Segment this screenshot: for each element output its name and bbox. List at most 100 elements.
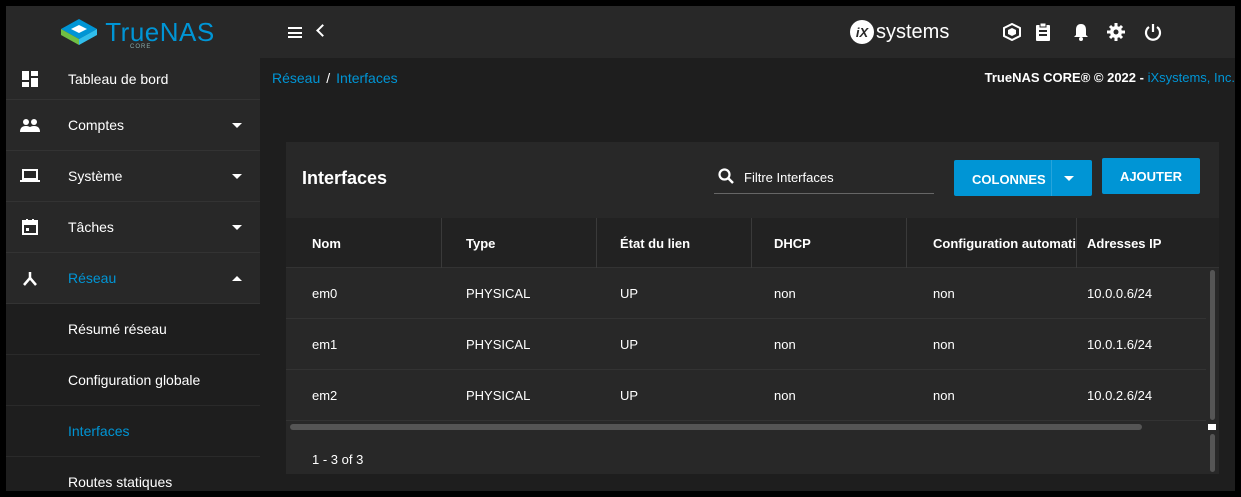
sidebar-subitem-interfaces[interactable]: Interfaces bbox=[6, 406, 260, 457]
topbar: iX systems bbox=[260, 6, 1235, 58]
cell-type: PHYSICAL bbox=[466, 286, 531, 301]
pagination-count: 1 - 3 of 3 bbox=[312, 452, 364, 467]
gear-icon[interactable] bbox=[1105, 21, 1127, 43]
table-row[interactable]: em0 PHYSICAL UP non non 10.0.0.6/24 bbox=[286, 269, 1206, 319]
cell-ip: 10.0.2.6/24 bbox=[1087, 388, 1153, 403]
power-icon[interactable] bbox=[1142, 21, 1164, 43]
add-button[interactable]: AJOUTER bbox=[1102, 158, 1200, 194]
cell-link-state: UP bbox=[620, 388, 639, 403]
search-placeholder: Filtre Interfaces bbox=[744, 170, 834, 185]
column-header-dhcp[interactable]: DHCP bbox=[774, 236, 811, 251]
search-icon bbox=[718, 168, 734, 184]
breadcrumb-trail: Réseau / Interfaces bbox=[272, 70, 398, 86]
vertical-scrollbar[interactable] bbox=[1210, 270, 1215, 420]
sidebar-subitem-label: Configuration globale bbox=[68, 372, 201, 388]
ixsystems-mark: iX bbox=[850, 20, 874, 44]
sidebar-item-reseau[interactable]: Réseau bbox=[6, 253, 260, 304]
sidebar-item-label: Tâches bbox=[68, 219, 114, 235]
ixsystems-logo[interactable]: iX systems bbox=[850, 20, 949, 44]
sidebar-subitem-label: Interfaces bbox=[68, 423, 130, 439]
column-header-type[interactable]: Type bbox=[466, 236, 495, 251]
clipboard-icon[interactable] bbox=[1032, 21, 1054, 43]
sidebar-subitem-configuration-globale[interactable]: Configuration globale bbox=[6, 355, 260, 406]
table-row[interactable]: em1 PHYSICAL UP non non 10.0.1.6/24 bbox=[286, 320, 1206, 370]
search-input[interactable]: Filtre Interfaces bbox=[714, 164, 934, 194]
column-divider bbox=[906, 218, 907, 268]
chevron-up-icon bbox=[232, 275, 242, 281]
cell-ipv6: non bbox=[933, 388, 955, 403]
copyright-text: TrueNAS CORE® © 2022 - bbox=[984, 70, 1148, 85]
column-divider bbox=[751, 218, 752, 268]
ixsystems-link[interactable]: iXsystems, Inc. bbox=[1148, 70, 1235, 85]
dashboard-icon bbox=[20, 69, 40, 89]
column-divider bbox=[441, 218, 442, 268]
sidebar-item-comptes[interactable]: Comptes bbox=[6, 100, 260, 151]
sidebar-subitem-label: Routes statiques bbox=[68, 474, 173, 490]
interfaces-card: Interfaces Filtre Interfaces COLONNES AJ… bbox=[286, 142, 1219, 474]
cell-name: em0 bbox=[312, 286, 338, 301]
truenas-logo-icon bbox=[61, 19, 98, 45]
sidebar-item-label: Réseau bbox=[68, 270, 117, 286]
sidebar-subitem-resume-reseau[interactable]: Résumé réseau bbox=[6, 304, 260, 355]
chevron-down-icon bbox=[232, 173, 242, 179]
bell-icon[interactable] bbox=[1070, 21, 1092, 43]
cell-ip: 10.0.1.6/24 bbox=[1087, 337, 1153, 352]
chevron-down-icon bbox=[232, 224, 242, 230]
sidebar: TrueNAS CORE Tableau de bord Comptes Sys… bbox=[6, 6, 260, 491]
column-header-etat[interactable]: État du lien bbox=[620, 236, 690, 251]
sidebar-item-systeme[interactable]: Système bbox=[6, 151, 260, 202]
cell-link-state: UP bbox=[620, 337, 639, 352]
column-header-ipv6[interactable]: Configuration automatique IPv6 bbox=[933, 236, 1077, 251]
copyright-notice: TrueNAS CORE® © 2022 - iXsystems, Inc. bbox=[985, 70, 1235, 85]
ixsystems-wordmark: systems bbox=[876, 20, 950, 43]
chevron-down-icon bbox=[1064, 176, 1074, 181]
people-icon bbox=[20, 115, 40, 135]
cell-type: PHYSICAL bbox=[466, 388, 531, 403]
cell-type: PHYSICAL bbox=[466, 337, 531, 352]
truecommand-icon[interactable] bbox=[1001, 21, 1023, 43]
cell-dhcp: non bbox=[774, 286, 796, 301]
sidebar-item-label: Comptes bbox=[68, 117, 125, 133]
cell-ipv6: non bbox=[933, 337, 955, 352]
cell-ip: 10.0.0.6/24 bbox=[1087, 286, 1153, 301]
sidebar-subitem-label: Résumé réseau bbox=[68, 321, 167, 337]
scrollbar-corner bbox=[1208, 424, 1216, 430]
cell-name: em2 bbox=[312, 388, 338, 403]
sidebar-item-dashboard[interactable]: Tableau de bord bbox=[6, 58, 260, 100]
cell-name: em1 bbox=[312, 337, 338, 352]
breadcrumb: Réseau / Interfaces TrueNAS CORE® © 2022 -… bbox=[260, 58, 1235, 98]
menu-icon[interactable] bbox=[288, 27, 302, 38]
vertical-scrollbar-lower[interactable] bbox=[1210, 434, 1215, 472]
button-divider bbox=[1051, 160, 1052, 196]
sidebar-item-taches[interactable]: Tâches bbox=[6, 202, 260, 253]
truenas-logo[interactable]: TrueNAS CORE bbox=[6, 6, 260, 58]
table-header: Nom Type État du lien DHCP Configuration… bbox=[286, 218, 1219, 268]
cell-dhcp: non bbox=[774, 388, 796, 403]
logo-text: TrueNAS bbox=[105, 16, 215, 47]
columns-button[interactable]: COLONNES bbox=[954, 160, 1092, 196]
horizontal-scrollbar[interactable] bbox=[290, 424, 1142, 430]
back-icon[interactable] bbox=[316, 24, 329, 37]
sidebar-item-label: Système bbox=[68, 168, 123, 184]
breadcrumb-current[interactable]: Interfaces bbox=[336, 70, 397, 86]
logo-subtitle: CORE bbox=[130, 44, 152, 50]
column-divider bbox=[596, 218, 597, 268]
columns-button-label: COLONNES bbox=[972, 172, 1046, 187]
breadcrumb-parent-link[interactable]: Réseau bbox=[272, 70, 320, 86]
column-divider bbox=[1076, 218, 1077, 268]
cell-link-state: UP bbox=[620, 286, 639, 301]
network-icon bbox=[20, 268, 40, 288]
sidebar-subitem-routes-statiques[interactable]: Routes statiques bbox=[6, 457, 260, 491]
cell-dhcp: non bbox=[774, 337, 796, 352]
column-header-ip[interactable]: Adresses IP bbox=[1087, 236, 1161, 251]
sidebar-item-label: Tableau de bord bbox=[68, 70, 169, 87]
cell-ipv6: non bbox=[933, 286, 955, 301]
card-title: Interfaces bbox=[302, 168, 388, 188]
chevron-down-icon bbox=[232, 122, 242, 128]
column-header-nom[interactable]: Nom bbox=[312, 236, 341, 251]
app-window: TrueNAS CORE Tableau de bord Comptes Sys… bbox=[6, 6, 1235, 491]
laptop-icon bbox=[20, 166, 40, 186]
calendar-icon bbox=[20, 217, 40, 237]
table-row[interactable]: em2 PHYSICAL UP non non 10.0.2.6/24 bbox=[286, 371, 1206, 421]
breadcrumb-separator: / bbox=[326, 70, 331, 86]
